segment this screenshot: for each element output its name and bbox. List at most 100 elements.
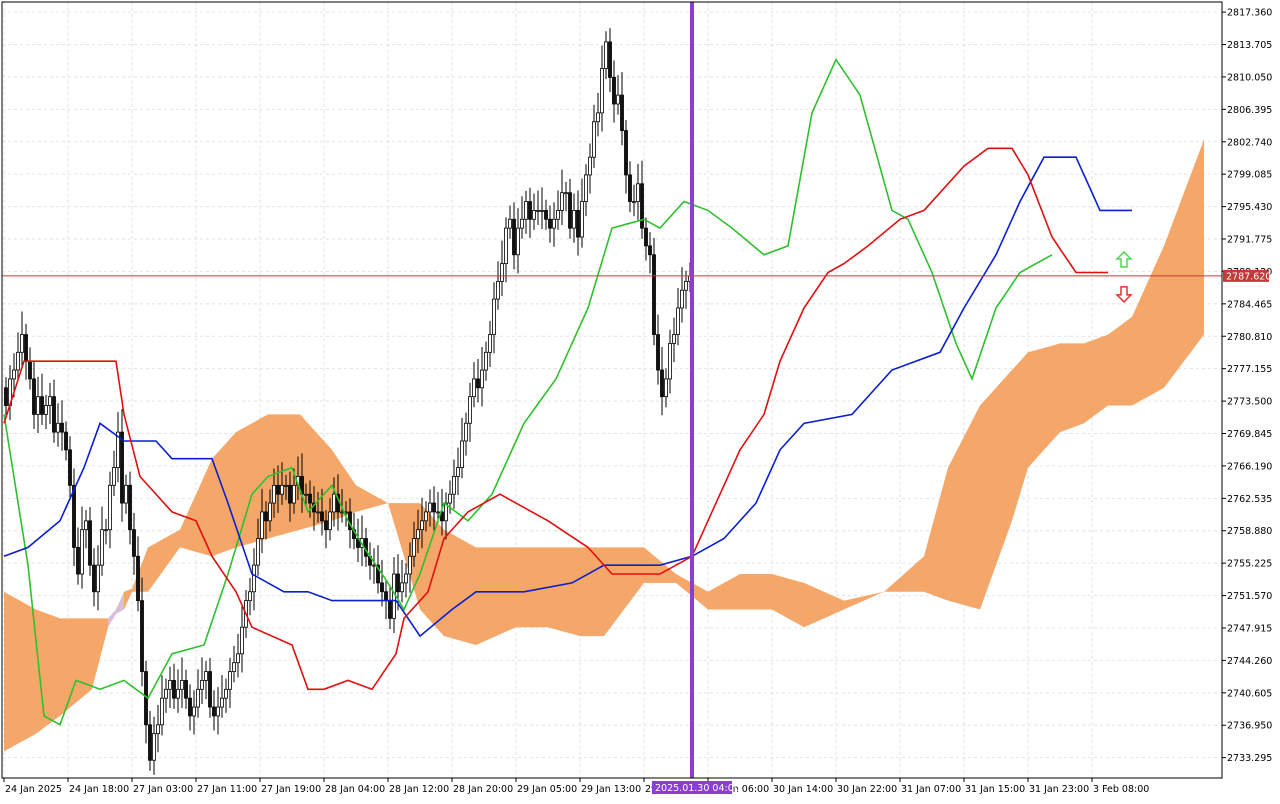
chart-svg[interactable]: 2817.360 2813.705 2810.050 2806.395 2802.740… xyxy=(0,0,1280,800)
y-tick-label: 2744.260 xyxy=(1227,656,1272,667)
y-tick-label: 2791.775 xyxy=(1227,235,1272,246)
candle-body-bull xyxy=(672,334,676,344)
candle-body-bear xyxy=(384,591,388,602)
candle-body-bull xyxy=(256,538,260,566)
y-tick-label: 2784.465 xyxy=(1227,299,1272,310)
candle-body-bull xyxy=(584,174,588,202)
candle-body-bull xyxy=(460,440,464,469)
x-tick-label: 24 Jan 18:00 xyxy=(69,784,129,795)
time-marker-label: 2025.01.30 04:00 xyxy=(655,783,740,794)
y-tick-label: 2810.050 xyxy=(1227,72,1272,83)
candle-body-bear xyxy=(324,520,328,531)
x-tick-label: 27 Jan 11:00 xyxy=(197,784,257,795)
candle-body-bull xyxy=(560,192,564,211)
candle-body-bear xyxy=(640,183,644,229)
candle-body-bull xyxy=(556,210,560,220)
candle-body-bull xyxy=(428,502,432,513)
candle-body-bull xyxy=(48,396,52,406)
candle-body-bull xyxy=(44,405,48,415)
candle-body-bear xyxy=(660,369,664,398)
candle-body-bull xyxy=(272,484,276,504)
candle-body-bull xyxy=(420,520,424,531)
x-tick-label: 27 Jan 03:00 xyxy=(133,784,193,795)
candle-body-bear xyxy=(208,671,212,708)
candle-body-bull xyxy=(340,511,344,514)
y-tick-label: 2802.740 xyxy=(1227,137,1272,148)
candle-body-bull xyxy=(112,467,116,486)
candle-body-bull xyxy=(84,520,88,531)
candle-body-bear xyxy=(644,227,648,247)
x-tick-label: 30 Jan 22:00 xyxy=(837,784,897,795)
candle-body-bull xyxy=(240,626,244,655)
candle-body-bull xyxy=(552,218,556,229)
x-tick-label: 31 Jan 23:00 xyxy=(1029,784,1089,795)
candle-body-bull xyxy=(392,573,396,619)
candle-body-bear xyxy=(388,600,392,619)
candle-body-bear xyxy=(120,431,124,504)
candle-body-bull xyxy=(632,201,636,203)
candle-body-bull xyxy=(500,263,504,282)
candle-body-bull xyxy=(572,210,576,229)
candle-body-bear xyxy=(656,334,660,371)
candle-body-bear xyxy=(264,511,268,522)
y-tick-label: 2795.430 xyxy=(1227,202,1272,213)
candle-body-bull xyxy=(508,218,512,229)
candle-body-bull xyxy=(280,484,284,495)
candle-body-bear xyxy=(568,192,572,229)
candle-body-bear xyxy=(512,218,516,256)
candle-body-bull xyxy=(516,227,520,256)
x-tick-label: 24 Jan 2025 xyxy=(5,784,62,795)
candle-body-bear xyxy=(528,201,532,220)
candle-body-bear xyxy=(92,564,96,593)
candle-body-bull xyxy=(416,529,420,539)
candle-body-bull xyxy=(80,529,84,575)
y-tick-label: 2740.605 xyxy=(1227,688,1272,699)
candle-body-bear xyxy=(308,493,312,504)
candle-body-bull xyxy=(108,484,112,531)
y-tick-label: 2733.295 xyxy=(1227,753,1272,764)
y-tick-label: 2751.570 xyxy=(1227,591,1272,602)
candle-body-bull xyxy=(668,343,672,380)
candle-body-bear xyxy=(548,218,552,229)
candle-body-bear xyxy=(128,484,132,531)
candle-body-bull xyxy=(268,502,272,522)
chart-root[interactable]: 2817.360 2813.705 2810.050 2806.395 2802.740… xyxy=(0,0,1280,800)
x-tick-label: 3 Feb 08:00 xyxy=(1093,784,1149,795)
candle-body-bear xyxy=(320,511,324,522)
candle-body-bear xyxy=(40,396,44,415)
y-tick-label: 2773.500 xyxy=(1227,397,1272,408)
candle-body-bear xyxy=(4,387,8,406)
candle-body-bear xyxy=(544,210,548,220)
candle-body-bull xyxy=(408,555,412,575)
candle-body-bull xyxy=(468,396,472,424)
candle-body-bear xyxy=(188,697,192,717)
candle-body-bull xyxy=(472,378,476,398)
candle-body-bear xyxy=(608,41,612,78)
candle-body-bear xyxy=(88,520,92,566)
candle-body-bull xyxy=(588,156,592,176)
candle-body-bull xyxy=(616,94,620,105)
candle-body-bull xyxy=(20,334,24,353)
candle-body-bull xyxy=(604,41,608,69)
y-tick-label: 2769.845 xyxy=(1227,429,1272,440)
candle-body-bear xyxy=(184,680,188,699)
candle-body-bull xyxy=(456,467,460,477)
candle-body-bull xyxy=(540,210,544,212)
candle-body-bull xyxy=(192,706,196,717)
candle-body-bull xyxy=(452,476,456,495)
candle-body-bull xyxy=(400,582,404,593)
candle-body-bull xyxy=(436,511,440,514)
y-tick-label: 2755.225 xyxy=(1227,559,1272,570)
candle-body-bull xyxy=(224,688,228,699)
x-tick-label: 28 Jan 04:00 xyxy=(325,784,385,795)
candle-body-bull xyxy=(372,564,376,567)
candle-body-bull xyxy=(16,351,20,371)
candle-body-bear xyxy=(612,76,616,105)
candle-body-bear xyxy=(380,582,384,593)
current-price-label: 2787.620 xyxy=(1226,271,1271,282)
y-tick-label: 2817.360 xyxy=(1227,8,1272,19)
candle-body-bull xyxy=(524,201,528,220)
candle-body-bear xyxy=(432,502,436,513)
candle-body-bull xyxy=(216,706,220,717)
candle-body-bear xyxy=(652,254,656,335)
